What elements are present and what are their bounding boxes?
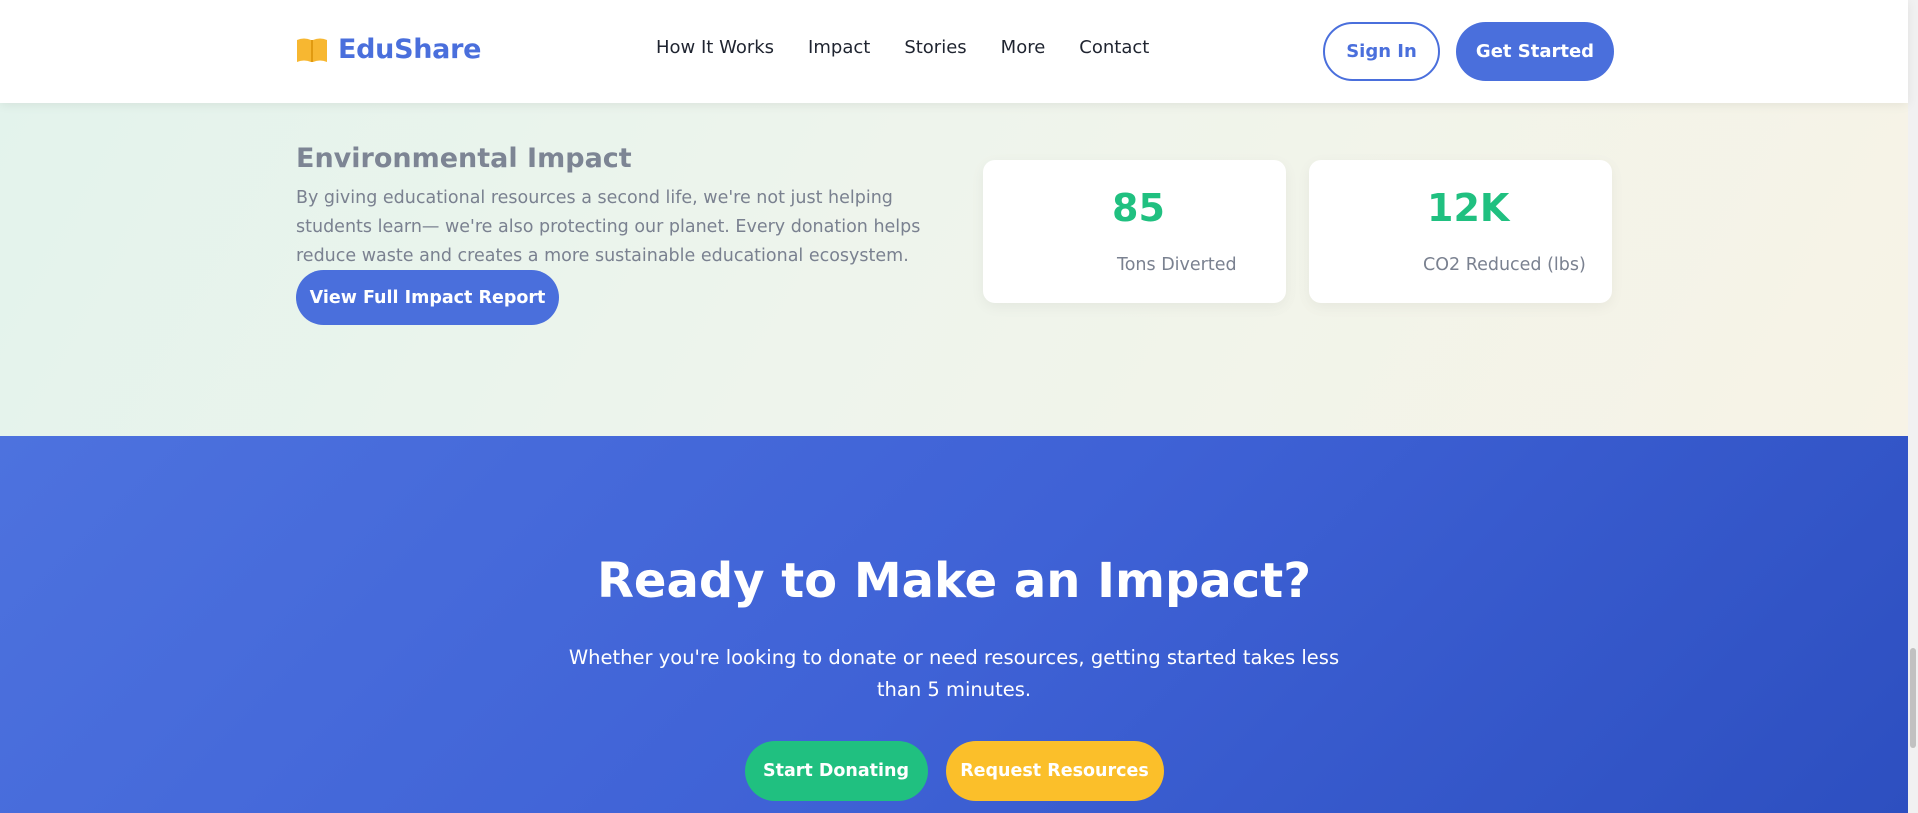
logo-text: EduShare: [338, 34, 482, 65]
logo[interactable]: EduShare: [296, 34, 481, 65]
nav-more[interactable]: More: [1001, 37, 1046, 58]
cta-button-group: Start Donating Request Resources: [0, 741, 1908, 801]
nav-how-it-works[interactable]: How It Works: [656, 37, 774, 58]
stat-label: CO2 Reduced (lbs): [1423, 255, 1586, 275]
nav-impact[interactable]: Impact: [808, 37, 870, 58]
stat-label: Tons Diverted: [1117, 255, 1237, 275]
section-description: By giving educational resources a second…: [296, 188, 921, 266]
start-donating-button[interactable]: Start Donating: [744, 741, 928, 801]
stat-card-tons-diverted: 85 Tons Diverted: [983, 160, 1286, 303]
nav-contact[interactable]: Contact: [1079, 37, 1149, 58]
environmental-impact-section: Environmental Impact By giving education…: [0, 103, 1908, 436]
view-impact-report-button[interactable]: View Full Impact Report: [296, 270, 559, 325]
get-started-button[interactable]: Get Started: [1456, 22, 1614, 81]
site-header: EduShare How It Works Impact Stories Mor…: [0, 0, 1908, 103]
stat-card-co2-reduced: 12K CO2 Reduced (lbs): [1309, 160, 1612, 303]
sign-in-button[interactable]: Sign In: [1323, 22, 1440, 81]
cta-title: Ready to Make an Impact?: [596, 553, 1312, 609]
call-to-action-section: Ready to Make an Impact? Whether you're …: [0, 436, 1908, 813]
main-nav: How It Works Impact Stories More Contact: [656, 37, 1149, 58]
stat-value: 85: [1112, 186, 1165, 230]
page-scrollbar[interactable]: [1908, 0, 1918, 813]
nav-stories[interactable]: Stories: [904, 37, 966, 58]
scrollbar-thumb[interactable]: [1910, 648, 1916, 748]
cta-description: Whether you're looking to donate or need…: [568, 646, 1340, 701]
request-resources-button[interactable]: Request Resources: [945, 741, 1164, 801]
stat-value: 12K: [1427, 186, 1510, 230]
open-book-icon: [297, 38, 327, 62]
section-title: Environmental Impact: [296, 143, 632, 174]
